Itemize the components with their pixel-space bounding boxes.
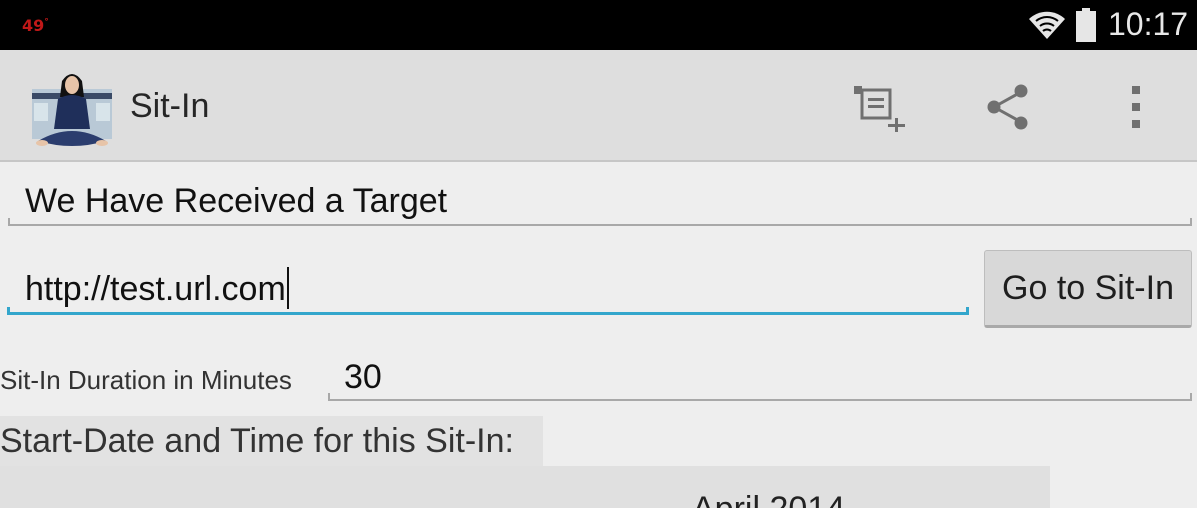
url-value: http://test.url.com xyxy=(25,270,286,308)
clock: 10:17 xyxy=(1108,6,1189,42)
go-to-sit-in-button[interactable]: Go to Sit-In xyxy=(984,250,1192,328)
status-bar: 49° 10:17 xyxy=(0,0,1197,50)
wifi-icon xyxy=(1029,11,1065,39)
url-underline xyxy=(7,307,969,315)
temperature-indicator: 49° xyxy=(22,16,49,35)
share-button[interactable] xyxy=(968,72,1048,142)
share-icon xyxy=(987,84,1028,130)
app-title: Sit-In xyxy=(130,87,210,125)
app-logo-icon[interactable] xyxy=(32,63,112,153)
overflow-menu-button[interactable] xyxy=(1096,72,1176,142)
calendar-month-label: April 2014 xyxy=(692,490,845,508)
new-item-button[interactable] xyxy=(840,72,920,142)
date-picker[interactable]: April 2014 xyxy=(0,466,1050,508)
start-date-label: Start-Date and Time for this Sit-In: xyxy=(0,416,543,466)
text-cursor xyxy=(286,267,289,310)
url-field[interactable]: http://test.url.com xyxy=(25,267,289,310)
duration-label: Sit-In Duration in Minutes xyxy=(0,365,292,395)
target-title-field[interactable]: We Have Received a Target xyxy=(25,182,447,221)
duration-field[interactable]: 30 xyxy=(344,358,382,397)
target-title-underline xyxy=(8,218,1192,226)
action-bar: Sit-In xyxy=(0,50,1197,162)
new-item-icon xyxy=(854,86,905,132)
duration-underline xyxy=(328,393,1192,401)
overflow-menu-icon xyxy=(1132,86,1140,128)
battery-icon xyxy=(1076,8,1096,42)
